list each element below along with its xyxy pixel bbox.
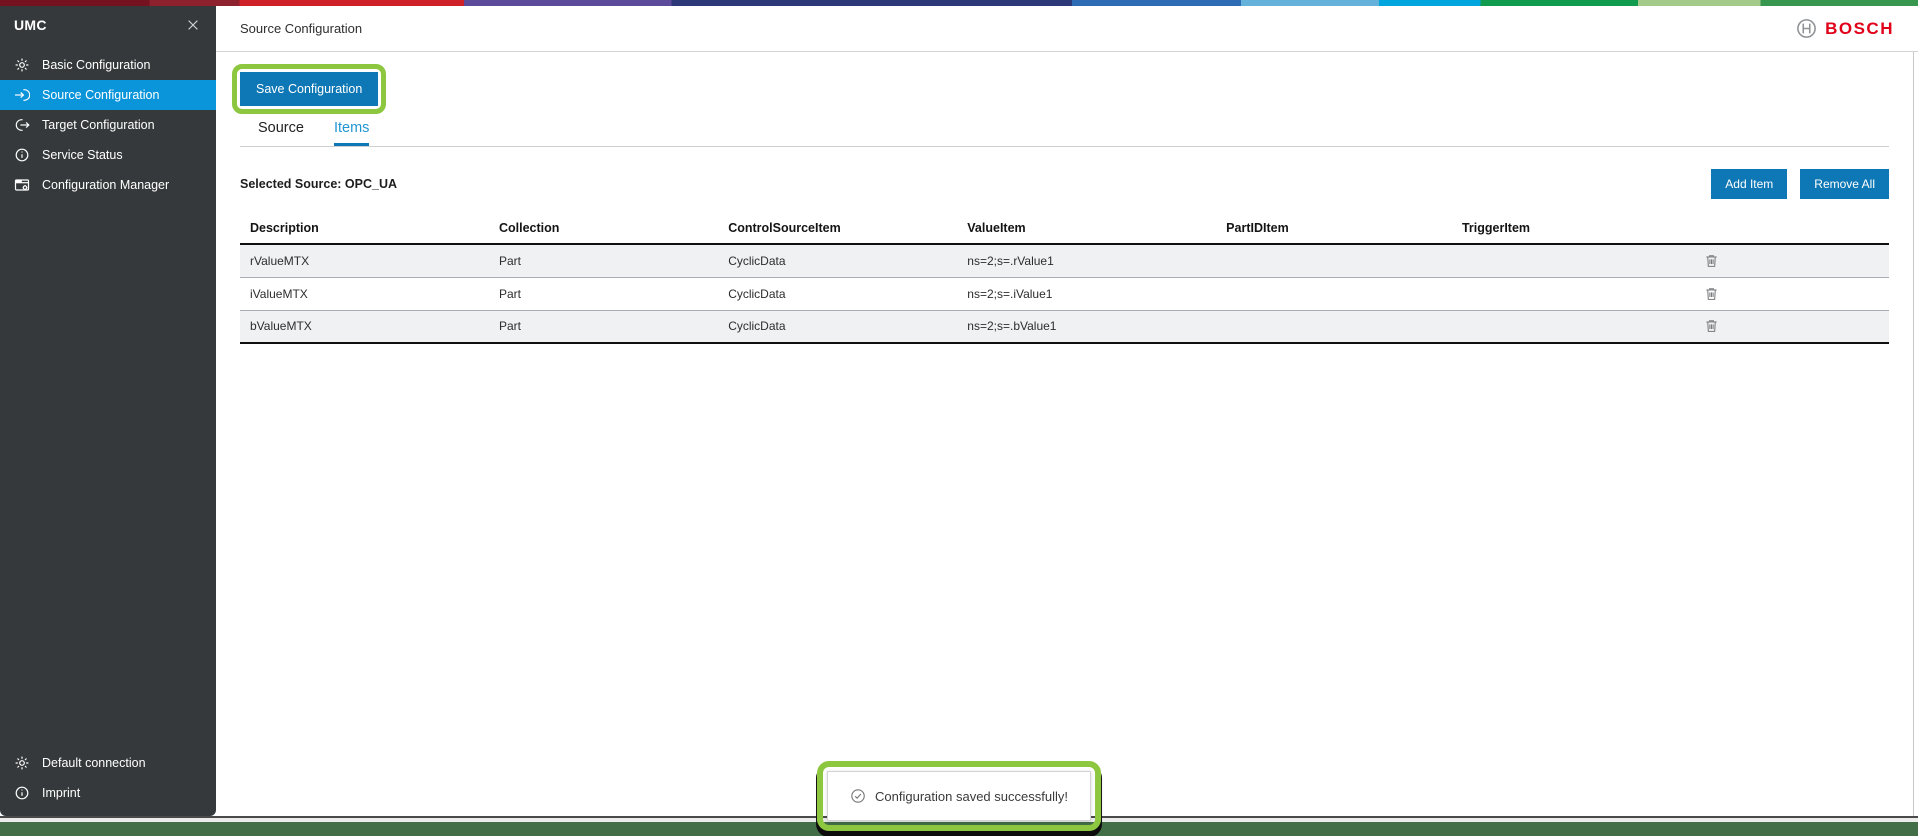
cell-controlsourceitem: CyclicData xyxy=(728,286,786,301)
table-row: iValueMTX Part CyclicData ns=2;s=.iValue… xyxy=(240,277,1889,310)
items-table: Description Collection ControlSourceItem… xyxy=(240,213,1889,344)
sidebar-item-default-connection[interactable]: Default connection xyxy=(0,748,216,778)
tabs: Source Items xyxy=(240,120,1889,146)
sidebar-item-source-configuration[interactable]: Source Configuration xyxy=(0,80,216,110)
cell-partiditem xyxy=(1216,310,1452,343)
cell-controlsourceitem: CyclicData xyxy=(728,253,786,268)
table-header-row: Description Collection ControlSourceItem… xyxy=(240,213,1889,245)
page-title: Source Configuration xyxy=(240,21,363,36)
remove-all-button[interactable]: Remove All xyxy=(1800,169,1889,199)
tabs-divider xyxy=(240,146,1889,147)
app-window: UMC Basic Configuration Source Configura… xyxy=(0,6,1918,818)
cell-triggeritem xyxy=(1452,310,1666,343)
gear-icon xyxy=(14,755,30,771)
toast-highlight-annotation: Configuration saved successfully! xyxy=(817,761,1101,831)
main-body: Save Configuration Source Items Selected… xyxy=(216,52,1914,816)
col-valueitem: ValueItem xyxy=(957,213,1217,245)
login-arrow-icon xyxy=(14,87,30,103)
cell-triggeritem xyxy=(1452,244,1666,277)
config-window-icon xyxy=(14,177,30,193)
cell-partiditem xyxy=(1216,277,1452,310)
cell-description: iValueMTX xyxy=(250,286,308,301)
cell-description: bValueMTX xyxy=(250,319,312,334)
sidebar-item-label: Default connection xyxy=(42,756,146,770)
close-icon[interactable] xyxy=(184,16,202,34)
col-controlsourceitem: ControlSourceItem xyxy=(718,213,958,245)
tab-source[interactable]: Source xyxy=(258,120,304,146)
trash-icon xyxy=(1706,287,1717,300)
col-actions xyxy=(1666,213,1889,245)
bosch-symbol-icon xyxy=(1797,19,1816,38)
app-title: UMC xyxy=(14,17,47,33)
sidebar-item-imprint[interactable]: Imprint xyxy=(0,778,216,808)
cell-controlsourceitem: CyclicData xyxy=(728,319,786,334)
info-icon xyxy=(14,147,30,163)
col-description: Description xyxy=(240,213,489,245)
cell-triggeritem xyxy=(1452,277,1666,310)
sidebar-item-label: Service Status xyxy=(42,148,123,162)
cell-valueitem: ns=2;s=.rValue1 xyxy=(967,253,1054,268)
sidebar-item-label: Imprint xyxy=(42,786,81,800)
save-highlight-annotation: Save Configuration xyxy=(232,64,387,114)
sidebar-item-service-status[interactable]: Service Status xyxy=(0,140,216,170)
cell-partiditem xyxy=(1216,244,1452,277)
main-content: Source Configuration BOSCH Save Configur… xyxy=(216,6,1918,816)
add-item-button[interactable]: Add Item xyxy=(1711,169,1788,199)
sidebar-item-label: Source Configuration xyxy=(42,88,160,102)
cell-collection: Part xyxy=(498,253,521,268)
sidebar-item-target-configuration[interactable]: Target Configuration xyxy=(0,110,216,140)
logout-arrow-icon xyxy=(14,117,30,133)
table-row: rValueMTX Part CyclicData ns=2;s=.rValue… xyxy=(240,244,1889,277)
info-icon xyxy=(14,785,30,801)
save-configuration-button[interactable]: Save Configuration xyxy=(240,72,379,106)
gear-icon xyxy=(14,57,30,73)
sidebar-item-label: Configuration Manager xyxy=(42,178,170,192)
trash-icon xyxy=(1706,320,1717,333)
delete-row-button[interactable] xyxy=(1702,251,1721,271)
sidebar-item-configuration-manager[interactable]: Configuration Manager xyxy=(0,170,216,200)
sidebar-item-label: Target Configuration xyxy=(42,118,155,132)
bosch-wordmark: BOSCH xyxy=(1825,18,1894,38)
cell-description: rValueMTX xyxy=(250,253,310,268)
col-partiditem: PartIDItem xyxy=(1216,213,1452,245)
item-actions: Add Item Remove All xyxy=(1711,169,1889,199)
toast: Configuration saved successfully! xyxy=(827,771,1091,821)
table-row: bValueMTX Part CyclicData ns=2;s=.bValue… xyxy=(240,310,1889,343)
sidebar-item-label: Basic Configuration xyxy=(42,58,151,72)
sidebar-nav: Basic Configuration Source Configuration xyxy=(0,50,216,200)
check-circle-icon xyxy=(851,789,865,803)
selected-source-label: Selected Source: OPC_UA xyxy=(240,177,397,191)
tab-items[interactable]: Items xyxy=(333,120,370,146)
cell-valueitem: ns=2;s=.iValue1 xyxy=(967,286,1053,301)
col-triggeritem: TriggerItem xyxy=(1451,213,1667,245)
delete-row-button[interactable] xyxy=(1702,316,1721,336)
delete-row-button[interactable] xyxy=(1702,284,1721,304)
sidebar-header: UMC xyxy=(0,6,216,40)
cell-valueitem: ns=2;s=.bValue1 xyxy=(967,319,1057,334)
bosch-logo: BOSCH xyxy=(1796,18,1894,39)
sidebar-footer: Default connection Imprint xyxy=(0,748,216,808)
main-header: Source Configuration BOSCH xyxy=(216,6,1918,52)
cell-collection: Part xyxy=(498,286,521,301)
col-collection: Collection xyxy=(488,213,719,245)
sidebar: UMC Basic Configuration Source Configura… xyxy=(0,6,216,816)
sidebar-item-basic-configuration[interactable]: Basic Configuration xyxy=(0,50,216,80)
source-row: Selected Source: OPC_UA Add Item Remove … xyxy=(240,169,1889,199)
trash-icon xyxy=(1706,254,1717,267)
cell-collection: Part xyxy=(498,319,521,334)
toast-message: Configuration saved successfully! xyxy=(875,788,1068,804)
